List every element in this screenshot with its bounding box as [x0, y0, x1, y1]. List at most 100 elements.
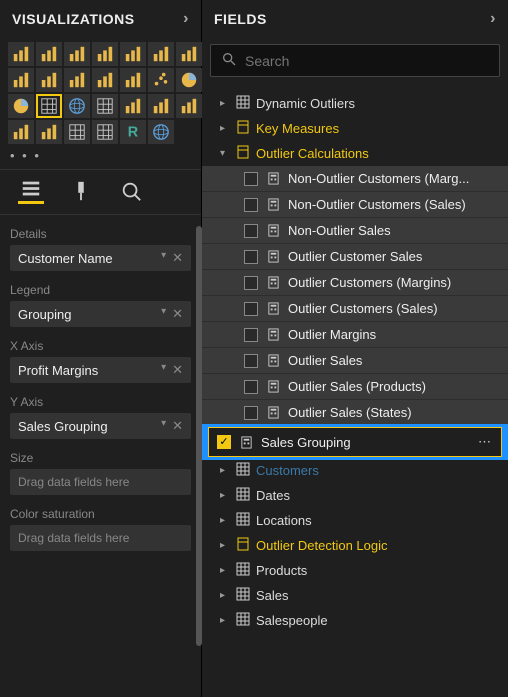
- caret-icon[interactable]: ▸: [220, 540, 230, 551]
- field-wells: DetailsCustomer Name ▾ ✕LegendGrouping ▾…: [0, 215, 201, 697]
- field-row[interactable]: Outlier Margins: [202, 322, 508, 348]
- viz-tile-pie[interactable]: [176, 68, 202, 92]
- field-checkbox[interactable]: [244, 250, 258, 264]
- viz-tile-scatter[interactable]: [148, 68, 174, 92]
- chevron-down-icon[interactable]: ▾: [161, 306, 166, 322]
- table-row[interactable]: ▸ Key Measures: [202, 116, 508, 141]
- viz-tile-stacked-col[interactable]: [64, 42, 90, 66]
- chevron-right-icon[interactable]: ›: [183, 10, 189, 28]
- chevron-down-icon[interactable]: ▾: [161, 250, 166, 266]
- viz-tile-line[interactable]: [120, 42, 146, 66]
- chevron-down-icon[interactable]: ▾: [161, 362, 166, 378]
- field-checkbox[interactable]: [244, 172, 258, 186]
- viz-tile-clustered-col[interactable]: [92, 42, 118, 66]
- tab-format[interactable]: [68, 178, 94, 204]
- viz-tile-donut[interactable]: [8, 94, 34, 118]
- caret-icon[interactable]: ▸: [220, 590, 230, 601]
- table-row[interactable]: ▸ Customers: [202, 458, 508, 483]
- field-row[interactable]: Non-Outlier Customers (Sales): [202, 192, 508, 218]
- well-drop-zone[interactable]: Drag data fields here: [10, 525, 191, 551]
- viz-tile-gauge[interactable]: [120, 94, 146, 118]
- field-label: Non-Outlier Customers (Marg...: [288, 171, 500, 186]
- field-checkbox[interactable]: [244, 354, 258, 368]
- close-icon[interactable]: ✕: [172, 362, 183, 378]
- field-row[interactable]: Outlier Sales (States): [202, 400, 508, 426]
- chevron-right-icon[interactable]: ›: [490, 10, 496, 28]
- chevron-down-icon[interactable]: ▾: [161, 418, 166, 434]
- field-row[interactable]: Outlier Sales (Products): [202, 374, 508, 400]
- viz-tile-funnel[interactable]: [120, 68, 146, 92]
- visualization-tabs: [0, 169, 201, 215]
- measure-icon: [266, 354, 280, 368]
- measure-icon: [266, 250, 280, 264]
- caret-icon[interactable]: ▸: [220, 465, 230, 476]
- tab-fields[interactable]: [18, 178, 44, 204]
- field-row[interactable]: Sales Grouping ⋯: [202, 424, 508, 460]
- caret-icon[interactable]: ▸: [220, 123, 230, 134]
- visualizations-more[interactable]: • • •: [0, 146, 201, 169]
- viz-tile-multicard[interactable]: [176, 94, 202, 118]
- field-checkbox[interactable]: [244, 302, 258, 316]
- caret-icon[interactable]: ▾: [220, 148, 230, 159]
- field-row[interactable]: Outlier Customers (Sales): [202, 296, 508, 322]
- viz-tile-treemap[interactable]: [36, 94, 62, 118]
- well-field[interactable]: Sales Grouping ▾ ✕: [10, 413, 191, 439]
- viz-tile-card[interactable]: [148, 94, 174, 118]
- well-drop-zone[interactable]: Drag data fields here: [10, 469, 191, 495]
- viz-tile-slicer[interactable]: [36, 120, 62, 144]
- table-row[interactable]: ▾ Outlier Calculations: [202, 141, 508, 166]
- caret-icon[interactable]: ▸: [220, 565, 230, 576]
- field-row[interactable]: Outlier Customer Sales: [202, 244, 508, 270]
- close-icon[interactable]: ✕: [172, 418, 183, 434]
- table-row[interactable]: ▸ Locations: [202, 508, 508, 533]
- caret-icon[interactable]: ▸: [220, 490, 230, 501]
- tab-analytics[interactable]: [118, 178, 144, 204]
- field-checkbox[interactable]: [244, 198, 258, 212]
- viz-tile-table[interactable]: [64, 120, 90, 144]
- table-row[interactable]: ▸ Dynamic Outliers: [202, 91, 508, 116]
- caret-icon[interactable]: ▸: [220, 515, 230, 526]
- search-box[interactable]: [210, 44, 500, 77]
- well-field[interactable]: Grouping ▾ ✕: [10, 301, 191, 327]
- search-wrap: [202, 38, 508, 83]
- caret-icon[interactable]: ▸: [220, 615, 230, 626]
- field-checkbox[interactable]: [244, 380, 258, 394]
- viz-tile-clustered-bar[interactable]: [36, 42, 62, 66]
- field-checkbox[interactable]: [244, 328, 258, 342]
- viz-tile-stacked-bar[interactable]: [8, 42, 34, 66]
- field-checkbox[interactable]: [244, 224, 258, 238]
- viz-tile-kpi[interactable]: [8, 120, 34, 144]
- close-icon[interactable]: ✕: [172, 306, 183, 322]
- viz-tile-arcgis[interactable]: [148, 120, 174, 144]
- table-row[interactable]: ▸ Dates: [202, 483, 508, 508]
- viz-tile-area[interactable]: [148, 42, 174, 66]
- table-row[interactable]: ▸ Sales: [202, 583, 508, 608]
- field-row[interactable]: Outlier Sales: [202, 348, 508, 374]
- viz-tile-line-stacked[interactable]: [36, 68, 62, 92]
- caret-icon[interactable]: ▸: [220, 98, 230, 109]
- viz-tile-matrix[interactable]: [92, 120, 118, 144]
- table-row[interactable]: ▸ Salespeople: [202, 608, 508, 633]
- viz-tile-r-visual[interactable]: R: [120, 120, 146, 144]
- svg-text:R: R: [128, 125, 139, 141]
- field-checkbox[interactable]: [217, 435, 231, 449]
- ellipsis-icon[interactable]: ⋯: [478, 434, 493, 450]
- field-checkbox[interactable]: [244, 276, 258, 290]
- table-row[interactable]: ▸ Outlier Detection Logic: [202, 533, 508, 558]
- viz-tile-filled-map[interactable]: [92, 94, 118, 118]
- viz-tile-line-col[interactable]: [8, 68, 34, 92]
- well-field[interactable]: Profit Margins ▾ ✕: [10, 357, 191, 383]
- table-row[interactable]: ▸ Products: [202, 558, 508, 583]
- field-row[interactable]: Non-Outlier Customers (Marg...: [202, 166, 508, 192]
- viz-tile-map[interactable]: [64, 94, 90, 118]
- field-checkbox[interactable]: [244, 406, 258, 420]
- well-field[interactable]: Customer Name ▾ ✕: [10, 245, 191, 271]
- viz-tile-waterfall[interactable]: [92, 68, 118, 92]
- close-icon[interactable]: ✕: [172, 250, 183, 266]
- field-row[interactable]: Outlier Customers (Margins): [202, 270, 508, 296]
- measure-icon: [266, 224, 280, 238]
- viz-tile-stacked-area[interactable]: [176, 42, 202, 66]
- search-input[interactable]: [245, 53, 489, 69]
- viz-tile-ribbon[interactable]: [64, 68, 90, 92]
- field-row[interactable]: Non-Outlier Sales: [202, 218, 508, 244]
